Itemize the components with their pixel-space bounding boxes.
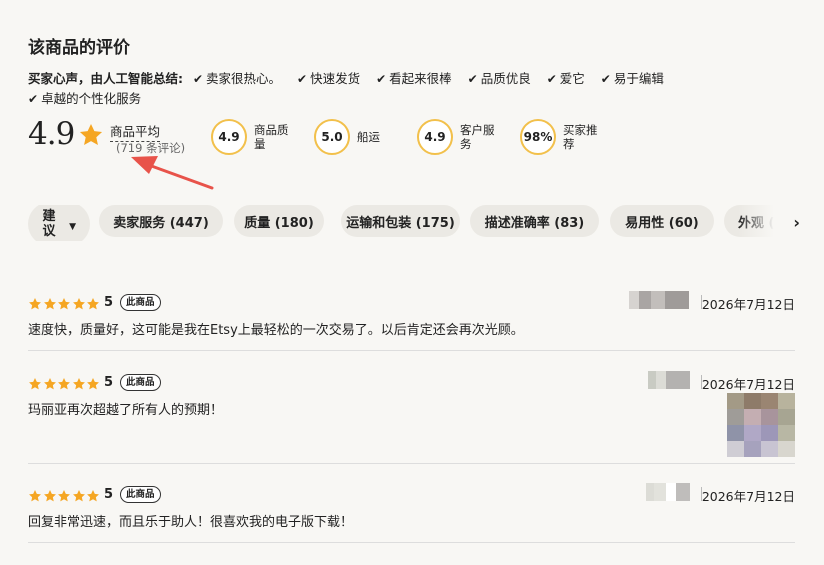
ai-highlights: 买家心声，由人工智能总结: ✔ 卖家很热心。 ✔ 快速发货 ✔ 看起来很棒 ✔ 品质优良…	[28, 69, 788, 109]
check-icon: ✔	[546, 72, 557, 86]
star-rating	[28, 489, 101, 503]
star-icon	[29, 378, 41, 390]
review-score: 5	[104, 295, 114, 310]
check-icon: ✔	[192, 72, 204, 86]
this-item-badge: 此商品	[120, 486, 161, 503]
star-icon	[58, 378, 70, 390]
divider	[28, 463, 795, 464]
star-icon	[43, 298, 56, 310]
check-icon: ✔	[467, 72, 478, 86]
review-count: (719 条评论)	[116, 141, 186, 155]
reviewer-name-blurred[interactable]	[629, 291, 689, 309]
metric-item-recommend: 98% 买家推荐	[520, 119, 599, 155]
reviewer-name-blurred[interactable]	[646, 483, 690, 501]
star-icon	[43, 378, 56, 390]
check-icon: ✔	[297, 72, 308, 86]
metric-item-shipping: 5.0 船运	[314, 119, 393, 155]
highlight-item: ✔ 卓越的个性化服务	[28, 91, 142, 106]
star-icon	[87, 298, 99, 310]
metric-label: 买家推荐	[563, 123, 598, 151]
star-rating	[28, 297, 101, 311]
metric-item-quality: 4.9 商品质量	[211, 119, 290, 155]
highlight-item: ✔ 卖家很热心。	[192, 71, 282, 86]
star-icon	[87, 378, 99, 390]
check-icon: ✔	[600, 72, 611, 86]
filter-chip-accuracy[interactable]: 描述准确率 (83)	[470, 205, 599, 237]
filter-chip-quality[interactable]: 质量 (180)	[234, 205, 324, 237]
review-score: 5	[104, 487, 114, 502]
metric-label: 客户服务	[460, 123, 495, 151]
caret-down-icon: ▼	[69, 222, 76, 232]
filter-chip-shipping[interactable]: 运输和包装 (175)	[341, 205, 460, 237]
highlight-item: ✔ 快速发货	[297, 71, 361, 86]
star-icon	[72, 298, 85, 310]
metric-label: 商品质量	[254, 123, 289, 151]
divider	[28, 350, 795, 351]
average-rating: 4.9	[28, 116, 75, 152]
highlight-item: ✔ 品质优良	[467, 71, 531, 86]
review-date: 2026年7月12日	[701, 489, 795, 504]
this-item-badge: 此商品	[120, 374, 161, 391]
star-icon	[87, 490, 99, 502]
filter-chip-seller-service[interactable]: 卖家服务 (447)	[99, 205, 223, 237]
highlight-item: ✔ 看起来很棒	[376, 71, 452, 86]
check-icon: ✔	[28, 92, 39, 106]
this-item-badge: 此商品	[120, 294, 161, 311]
star-icon	[72, 490, 85, 502]
metric-item-service: 4.9 客户服务	[417, 119, 496, 155]
star-icon	[29, 490, 41, 502]
highlight-item: ✔ 易于编辑	[600, 71, 664, 86]
metric-score: 5.0	[314, 119, 350, 155]
scroll-fade	[738, 205, 798, 241]
highlights-label: 买家心声，由人工智能总结:	[28, 71, 183, 86]
chevron-right-icon[interactable]: ›	[793, 213, 800, 232]
star-icon	[58, 298, 70, 310]
metric-score: 98%	[520, 119, 556, 155]
filter-chip-ease[interactable]: 易用性 (60)	[610, 205, 714, 237]
metric-score: 4.9	[211, 119, 247, 155]
star-icon	[58, 490, 70, 502]
review-date: 2026年7月12日	[701, 297, 795, 312]
star-icon	[43, 490, 56, 502]
review-text: 回复非常迅速，而且乐于助人！很喜欢我的电子版下载！	[28, 515, 354, 530]
sort-dropdown[interactable]: 建 议 ▼	[28, 205, 90, 241]
review-score: 5	[104, 375, 114, 390]
page-title: 该商品的评价	[28, 38, 130, 58]
review-date: 2026年7月12日	[701, 377, 795, 392]
divider	[28, 542, 795, 543]
highlight-item: ✔ 爱它	[546, 71, 585, 86]
review-text: 速度快，质量好，这可能是我在Etsy上最轻松的一次交易了。以后肯定还会再次光顾。	[28, 323, 524, 338]
review-photo-thumbnail[interactable]	[727, 393, 795, 457]
review-text: 玛丽亚再次超越了所有人的预期！	[28, 403, 224, 418]
star-icon	[72, 378, 85, 390]
metric-label: 船运	[357, 130, 380, 144]
metric-score: 4.9	[417, 119, 453, 155]
average-label[interactable]: 商品平均	[110, 121, 161, 142]
star-rating	[28, 377, 101, 391]
check-icon: ✔	[376, 72, 387, 86]
review-filter-bar: 建 议 ▼ 卖家服务 (447) 质量 (180) 运输和包装 (175) 描述…	[28, 205, 798, 241]
star-icon	[29, 298, 41, 310]
star-icon	[79, 123, 103, 145]
reviewer-name-blurred[interactable]	[648, 371, 690, 389]
